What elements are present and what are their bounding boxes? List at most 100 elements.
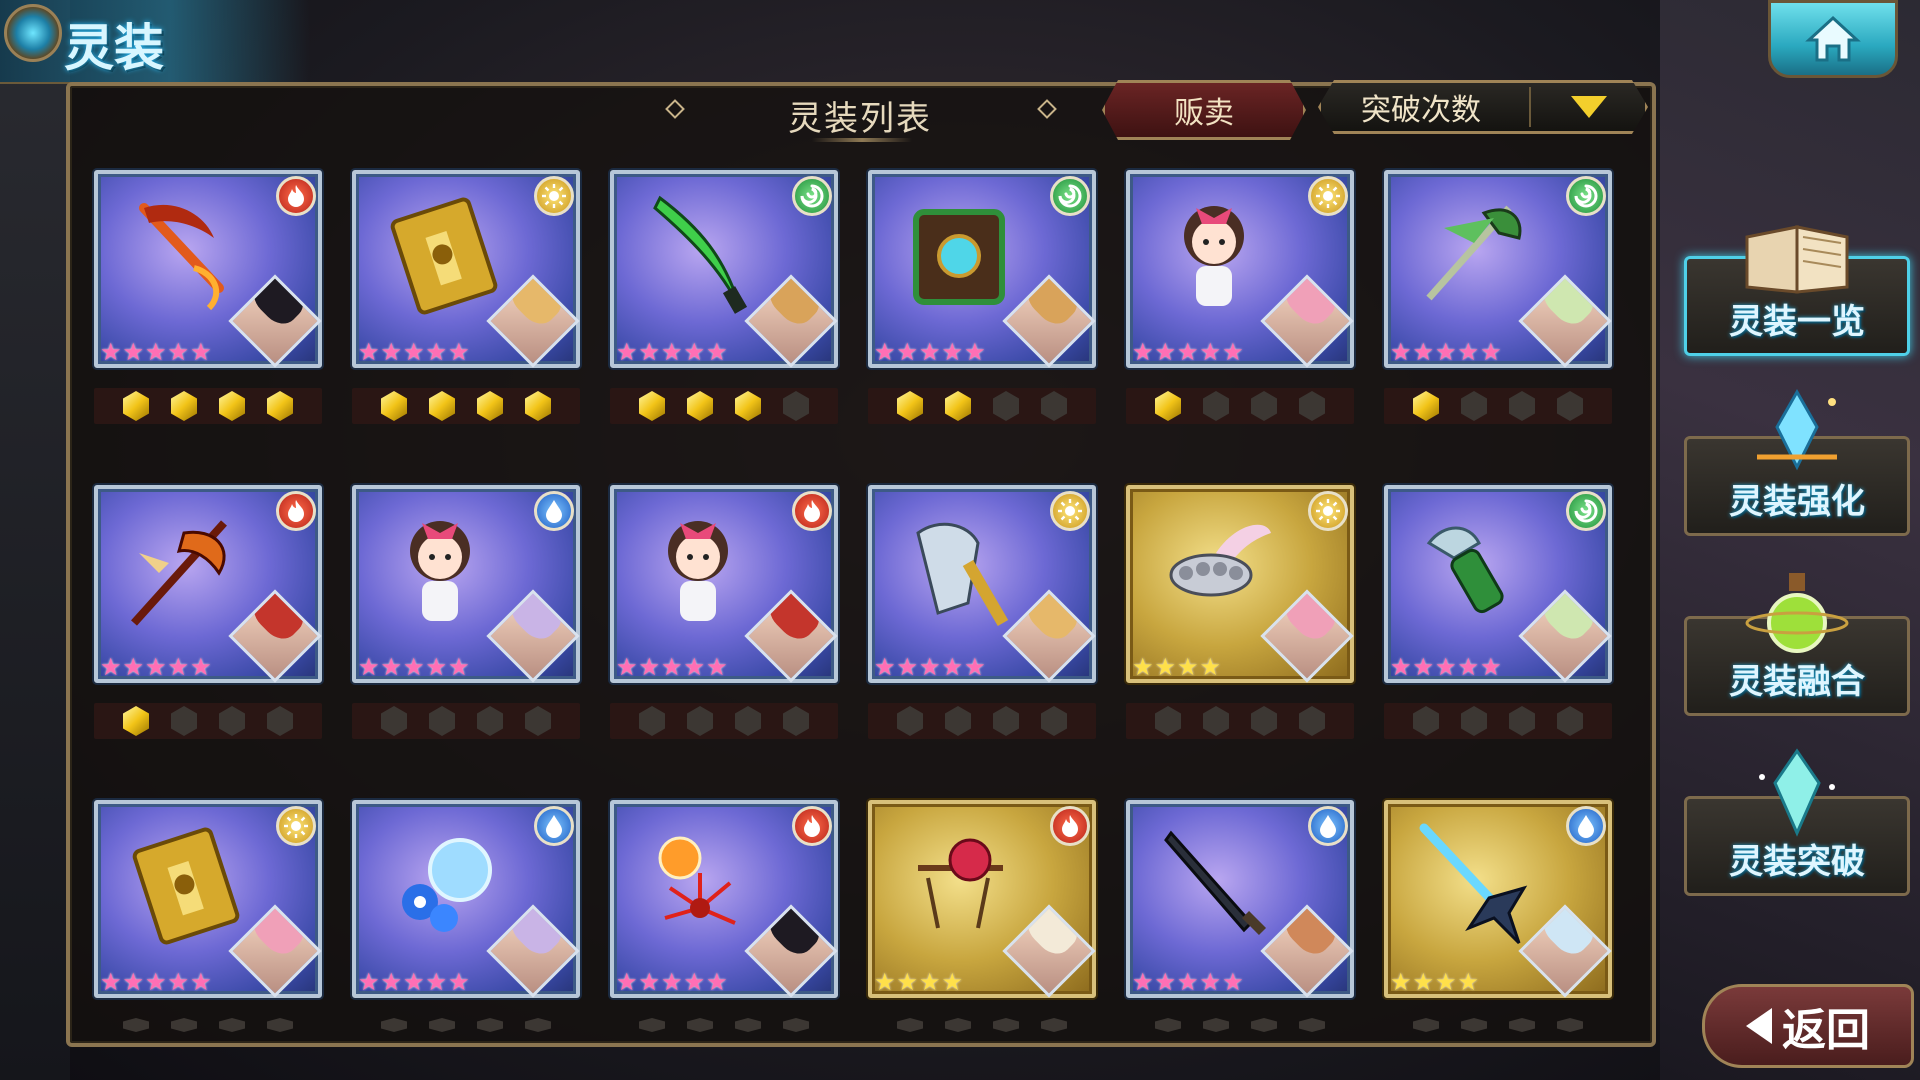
star-icon: ★ — [896, 338, 919, 366]
equipment-card[interactable]: ★ ★ ★ ★ ★ — [352, 485, 580, 683]
gem-icon — [1413, 706, 1439, 736]
equipment-card[interactable]: ★ ★ ★ ★ ★ — [868, 485, 1096, 683]
equipment-card[interactable]: ★ ★ ★ ★ ★ — [1126, 170, 1354, 368]
star-icon: ★ — [1457, 338, 1480, 366]
star-icon: ★ — [661, 653, 683, 681]
star-icon: ★ — [358, 653, 380, 681]
equipment-card[interactable]: ★ ★ ★ ★ ★ — [1384, 170, 1612, 368]
star-icon: ★ — [919, 653, 941, 681]
rarity-stars: ★ ★ ★ ★ — [1390, 970, 1479, 994]
equipment-card[interactable]: ★ ★ ★ ★ — [1384, 800, 1612, 998]
equipment-card[interactable]: ★ ★ ★ ★ — [868, 800, 1096, 998]
wind-element-icon — [1050, 176, 1090, 216]
star-icon: ★ — [1154, 338, 1177, 366]
equipment-card[interactable]: ★ ★ ★ ★ ★ — [610, 800, 838, 998]
star-icon: ★ — [616, 653, 638, 681]
rarity-stars: ★ ★ ★ ★ ★ — [616, 970, 728, 994]
gem-icon — [171, 706, 197, 736]
gem-icon — [123, 1018, 149, 1032]
water-element-icon — [534, 806, 574, 846]
star-icon: ★ — [919, 968, 941, 996]
equipment-card[interactable]: ★ ★ ★ ★ ★ — [94, 485, 322, 683]
gem-icon — [897, 1018, 923, 1032]
gem-icon — [1041, 391, 1067, 421]
gem-icon — [1251, 706, 1277, 736]
equipment-card[interactable]: ★ ★ ★ ★ ★ — [352, 800, 580, 998]
gem-icon — [993, 706, 1019, 736]
star-icon: ★ — [1390, 338, 1412, 366]
star-icon: ★ — [1154, 968, 1177, 996]
gem-icon — [1299, 391, 1325, 421]
gem-icon — [171, 391, 197, 421]
rarity-stars: ★ ★ ★ ★ — [1132, 655, 1221, 679]
sort-dropdown[interactable]: 突破次数 — [1318, 80, 1648, 134]
gem-icon — [639, 1018, 665, 1032]
home-button[interactable] — [1768, 0, 1898, 78]
star-icon: ★ — [1199, 968, 1222, 996]
back-button[interactable]: 返回 — [1702, 984, 1914, 1068]
list-title: 灵装列表 — [788, 98, 932, 139]
star-icon: ★ — [1154, 653, 1177, 681]
gem-icon — [267, 706, 293, 736]
list-header: 灵装列表 — [660, 90, 1060, 140]
gem-icon — [477, 1018, 503, 1032]
equipment-card[interactable]: ★ ★ ★ ★ ★ — [1126, 800, 1354, 998]
ribbon-doll-icon — [1156, 188, 1276, 318]
star-icon: ★ — [403, 653, 425, 681]
star-icon: ★ — [638, 338, 661, 366]
side-menu-label: 灵装强化 — [1729, 482, 1865, 522]
rose-staff-icon — [898, 818, 1018, 948]
golden-tome-icon — [382, 188, 502, 318]
star-icon: ★ — [403, 968, 425, 996]
star-icon: ★ — [706, 968, 728, 996]
equipment-card[interactable]: ★ ★ ★ ★ ★ — [610, 485, 838, 683]
sell-button[interactable]: 贩卖 — [1102, 80, 1306, 140]
spider-lily-orb-icon — [640, 818, 760, 948]
star-icon: ★ — [874, 653, 896, 681]
equipment-card[interactable]: ★ ★ ★ ★ ★ — [868, 170, 1096, 368]
gem-icon — [429, 391, 455, 421]
side-menu-button[interactable]: 灵装融合 — [1684, 573, 1910, 716]
gem-icon — [477, 706, 503, 736]
star-icon: ★ — [683, 968, 706, 996]
equipment-card[interactable]: ★ ★ ★ ★ ★ — [94, 800, 322, 998]
star-icon: ★ — [661, 338, 683, 366]
dropdown-arrow-icon[interactable] — [1571, 96, 1607, 118]
equipment-card[interactable]: ★ ★ ★ ★ ★ — [1384, 485, 1612, 683]
potion-flask-icon — [1737, 567, 1857, 657]
star-icon: ★ — [896, 653, 919, 681]
gem-icon — [1413, 391, 1439, 421]
gem-icon — [1299, 1018, 1325, 1032]
dark-greatsword-icon — [1156, 818, 1276, 948]
breakthrough-gems — [94, 703, 322, 739]
green-blade-icon — [640, 188, 760, 318]
side-menu-button[interactable]: 灵装一览 — [1684, 225, 1910, 356]
star-icon: ★ — [100, 968, 122, 996]
equipment-card[interactable]: ★ ★ ★ ★ ★ — [610, 170, 838, 368]
gem-icon — [993, 1018, 1019, 1032]
breakthrough-gems — [610, 388, 838, 424]
gem-icon — [1203, 391, 1229, 421]
gem-icon — [1509, 1018, 1535, 1032]
side-menu-label: 灵装融合 — [1729, 662, 1865, 702]
gem-icon — [1251, 1018, 1277, 1032]
equipment-card[interactable]: ★ ★ ★ ★ — [1126, 485, 1354, 683]
light-element-icon — [1308, 176, 1348, 216]
star-icon: ★ — [448, 338, 470, 366]
star-icon: ★ — [1177, 338, 1199, 366]
breakthrough-gems — [868, 1018, 1096, 1032]
star-icon: ★ — [1177, 653, 1199, 681]
equipment-card[interactable]: ★ ★ ★ ★ ★ — [94, 170, 322, 368]
star-icon: ★ — [1199, 338, 1222, 366]
star-icon: ★ — [941, 653, 964, 681]
equipment-card[interactable]: ★ ★ ★ ★ ★ — [352, 170, 580, 368]
side-menu-button[interactable]: 灵装突破 — [1684, 748, 1910, 896]
gem-icon — [525, 1018, 551, 1032]
side-menu-button[interactable]: 灵装强化 — [1684, 388, 1910, 536]
star-icon: ★ — [1435, 338, 1457, 366]
crystal-enhance-icon — [1737, 387, 1857, 477]
gem-icon — [687, 391, 713, 421]
star-icon: ★ — [145, 968, 167, 996]
gem-icon — [267, 1018, 293, 1032]
star-icon: ★ — [1132, 338, 1154, 366]
